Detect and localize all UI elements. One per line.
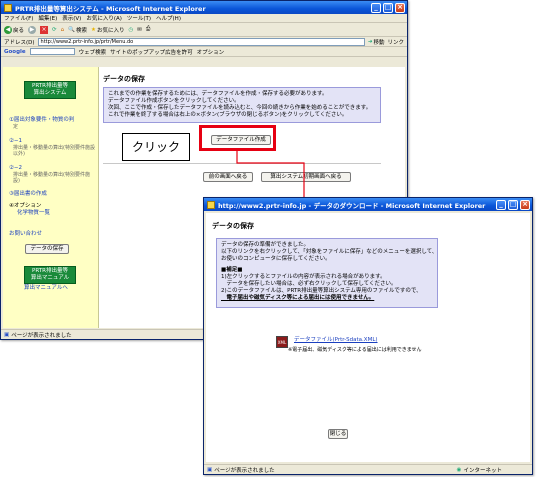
- sidebar-link-options[interactable]: ④オプション: [9, 203, 41, 210]
- sidebar-link-calc-normal[interactable]: ②−1: [9, 138, 22, 145]
- popup-status-bar: ▣ ページが表示されました ◉ インターネット: [204, 464, 532, 474]
- menu-bar: ファイル(F) 編集(E) 表示(V) お気に入り(A) ツール(T) ヘルプ(…: [1, 14, 407, 23]
- popup-allow-button[interactable]: サイトのポップアップ広告を許可: [110, 48, 193, 56]
- menu-file[interactable]: ファイル(F): [4, 14, 33, 22]
- history-icon: ◷: [128, 26, 134, 33]
- popup-minimize-button[interactable]: _: [496, 199, 506, 210]
- info-box: これまでの作業を保存するためには、データファイルを作成・保存する必要があります。…: [103, 87, 381, 123]
- popup-info-box: データの保存の準備ができました。 以下のリンクを右クリックして、「対象をファイル…: [216, 238, 438, 308]
- manual-logo-button[interactable]: PRTR排出量等 算出マニュアル: [24, 266, 76, 284]
- stop-icon: ×: [40, 25, 49, 34]
- favorites-button[interactable]: ★ お気に入り: [91, 26, 124, 34]
- main-window-title: PRTR排出量等算出システム - Microsoft Internet Expl…: [15, 4, 206, 13]
- ie-icon: [4, 3, 12, 12]
- popup-maximize-button[interactable]: □: [508, 199, 518, 210]
- mail-button[interactable]: ✉: [137, 27, 142, 33]
- highlight-frame: [199, 125, 276, 151]
- popup-window: http://www2.prtr-info.jp - データのダウンロード - …: [203, 197, 533, 475]
- close-button[interactable]: ×: [395, 2, 405, 13]
- datafile-note: ※電子届出、磁気ディスク等による届出には利用できません: [288, 347, 422, 353]
- sidebar-link-calc-special[interactable]: ②−2: [9, 165, 22, 172]
- maximize-button[interactable]: □: [383, 2, 393, 13]
- popup-close-button[interactable]: ×: [520, 199, 530, 210]
- popup-content: データの保存 データの保存の準備ができました。 以下のリンクを右クリックして、「…: [206, 213, 530, 462]
- refresh-button[interactable]: ⟳: [52, 27, 57, 33]
- back-button[interactable]: ◀ 戻る: [4, 25, 24, 34]
- page-icon: ▣: [207, 466, 213, 473]
- refresh-icon: ⟳: [52, 26, 57, 33]
- top-page-button[interactable]: 算出システム初期画面へ戻る: [261, 172, 351, 182]
- google-toolbar: Google ウェブ検索 サイトのポップアップ広告を許可 オプション: [1, 47, 407, 57]
- popup-window-title: http://www2.prtr-info.jp - データのダウンロード - …: [218, 201, 486, 210]
- address-bar: アドレス(D) http://www2.prtr-info.jp/prtr/Me…: [1, 37, 407, 47]
- prtr-logo-button[interactable]: PRTR排出量等 算出システム: [24, 81, 76, 99]
- sidebar-link-calc-special-sub: 排出量・移動量の算出(特別要件施設): [13, 172, 90, 184]
- divider: [103, 163, 381, 164]
- stop-button[interactable]: ×: [40, 25, 49, 34]
- menu-tools[interactable]: ツール(T): [127, 14, 151, 22]
- home-button[interactable]: ⌂: [61, 27, 65, 33]
- page-title: データの保存: [103, 75, 145, 83]
- xml-file-icon: XML: [276, 336, 288, 348]
- popup-title-bar: http://www2.prtr-info.jp - データのダウンロード - …: [204, 198, 532, 211]
- popup-status-text: ページが表示されました: [214, 467, 275, 474]
- forward-button[interactable]: ▶: [28, 25, 37, 34]
- sidebar-link-substance-check[interactable]: ①届出対象要件・物質の判: [9, 117, 74, 124]
- popup-close-page-button[interactable]: 閉じる: [328, 429, 348, 439]
- star-icon: ★: [91, 26, 96, 33]
- back-arrow-icon: ◀: [4, 25, 12, 34]
- sidebar-link-chemical-list[interactable]: 化学物質一覧: [17, 210, 50, 217]
- go-button[interactable]: ➜ 移動: [368, 38, 385, 46]
- sidebar-save-button[interactable]: データの保存: [25, 244, 69, 254]
- google-web-search[interactable]: ウェブ検索: [79, 48, 107, 56]
- sidebar-link-calc-normal-sub: 排出量・移動量の算出(特別要件施設以外): [13, 145, 95, 157]
- minimize-button[interactable]: _: [371, 2, 381, 13]
- back-page-button[interactable]: 前の画面へ戻る: [203, 172, 253, 182]
- go-arrow-icon: ➜: [367, 38, 373, 45]
- main-title-bar: PRTR排出量等算出システム - Microsoft Internet Expl…: [1, 1, 407, 14]
- main-status-text: ページが表示されました: [11, 332, 72, 339]
- history-button[interactable]: ◷: [128, 27, 133, 33]
- mail-icon: ✉: [137, 26, 142, 33]
- menu-edit[interactable]: 編集(E): [38, 14, 57, 22]
- search-button[interactable]: 🔍 検索: [68, 26, 87, 34]
- google-search-input[interactable]: [29, 48, 75, 55]
- menu-help[interactable]: ヘルプ(H): [156, 14, 181, 22]
- sidebar-link-create-report[interactable]: ③届出書の作成: [9, 191, 47, 198]
- click-callout: クリック: [122, 133, 190, 161]
- google-options[interactable]: オプション: [197, 48, 225, 56]
- address-input[interactable]: http://www2.prtr-info.jp/prtr/Menu.do: [37, 37, 365, 46]
- sidebar-contact-link[interactable]: お問い合わせ: [9, 231, 42, 238]
- home-icon: ⌂: [60, 26, 65, 33]
- sidebar-link-substance-check-sub: 定: [13, 124, 19, 130]
- google-logo: Google: [4, 48, 26, 55]
- menu-view[interactable]: 表示(V): [62, 14, 81, 22]
- popup-heading: データの保存: [212, 222, 254, 230]
- sidebar: PRTR排出量等 算出システム ①届出対象要件・物質の判 定 ②−1 排出量・移…: [3, 67, 99, 328]
- print-button[interactable]: ⎙: [146, 26, 150, 33]
- datafile-download-link[interactable]: データファイル(Prtr-Sdata.XML): [294, 337, 378, 344]
- ie-icon: [207, 200, 215, 209]
- page-icon: ▣: [4, 331, 10, 338]
- search-icon: 🔍: [68, 26, 75, 33]
- links-label[interactable]: リンク: [387, 38, 404, 46]
- menu-favorites[interactable]: お気に入り(A): [86, 14, 122, 22]
- address-label: アドレス(D): [4, 39, 35, 46]
- print-icon: ⎙: [145, 26, 151, 32]
- internet-zone-icon: ◉: [456, 466, 462, 473]
- sidebar-manual-link[interactable]: 算出マニュアルへ: [24, 285, 68, 292]
- toolbar: ◀ 戻る ▶ × ⟳ ⌂ 🔍 検索 ★ お気に入り ◷ ✉ ⎙: [1, 23, 407, 37]
- internet-zone-text: インターネット: [463, 467, 502, 474]
- forward-arrow-icon: ▶: [28, 25, 37, 34]
